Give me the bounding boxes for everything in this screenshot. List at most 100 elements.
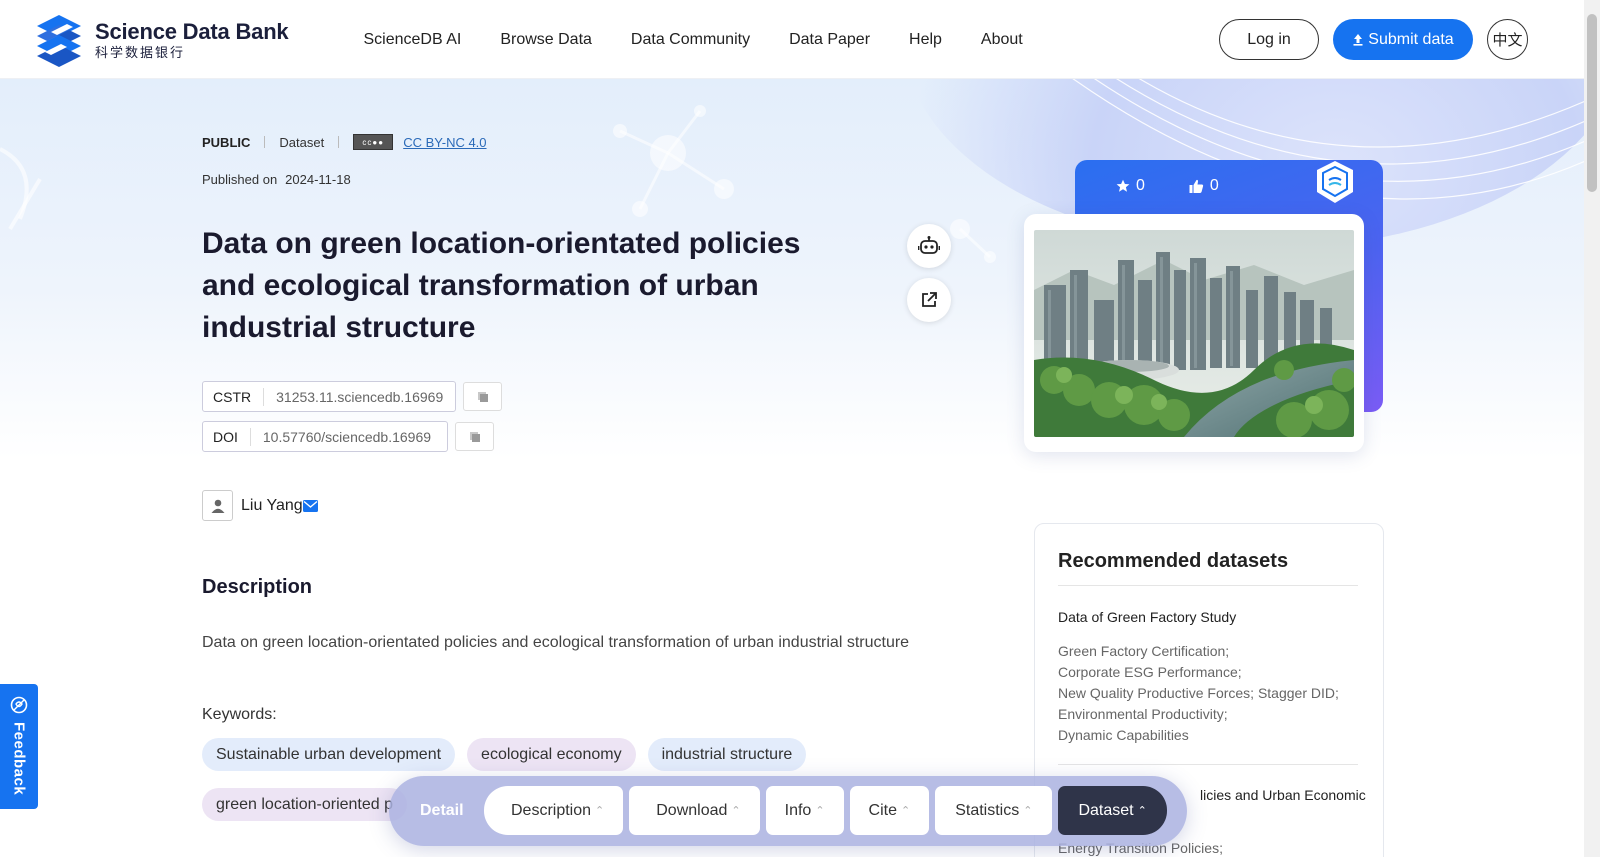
- feedback-label: Feedback: [10, 722, 28, 796]
- author-avatar: [202, 490, 233, 521]
- cstr-row: CSTR 31253.11.sciencedb.16969: [202, 381, 503, 412]
- chevron-up-icon: ⌃: [595, 805, 605, 817]
- cstr-label: CSTR: [203, 387, 265, 406]
- submit-data-button[interactable]: Submit data: [1333, 19, 1473, 60]
- thumbs-up-icon: [1189, 179, 1204, 193]
- tab-statistics[interactable]: Statistics ⌃: [935, 786, 1053, 835]
- chevron-up-icon: ⌃: [1023, 805, 1033, 817]
- chevron-up-icon: ⌃: [1137, 805, 1147, 817]
- nav-sciencedb-ai[interactable]: ScienceDB AI: [344, 31, 481, 49]
- recommended-keyword: Corporate ESG Performance;: [1058, 664, 1242, 680]
- top-header: Science Data Bank 科学数据银行 ScienceDB AI Br…: [0, 0, 1584, 79]
- tab-info[interactable]: Info ⌃: [765, 786, 844, 835]
- keywords-label: Keywords:: [202, 706, 277, 723]
- robot-icon: [918, 236, 940, 254]
- nav-data-community[interactable]: Data Community: [611, 31, 769, 49]
- tab-label: Info: [784, 801, 812, 819]
- recommended-item-title[interactable]: licies and Urban Economic: [1200, 787, 1366, 803]
- copy-icon: [477, 391, 488, 402]
- chevron-up-icon: ⌃: [815, 805, 825, 817]
- cstr-value: 31253.11.sciencedb.16969: [276, 388, 444, 405]
- recommended-keyword: Environmental Productivity;: [1058, 706, 1228, 722]
- author-name[interactable]: Liu Yang: [241, 497, 303, 515]
- copy-cstr-button[interactable]: [463, 382, 503, 411]
- keyword-tag[interactable]: Sustainable urban development: [202, 738, 456, 771]
- detail-label: Detail: [420, 802, 464, 819]
- brand-name-en: Science Data Bank: [95, 19, 289, 44]
- doi-label: DOI: [203, 427, 251, 446]
- copy-doi-button[interactable]: [455, 422, 495, 451]
- page-scrollbar[interactable]: [1584, 0, 1600, 857]
- copy-icon: [469, 431, 480, 442]
- recommended-keyword: Dynamic Capabilities: [1058, 727, 1189, 743]
- description-text: Data on green location-orientated polici…: [202, 634, 910, 651]
- published-date-row: Published on 2024-11-18: [202, 172, 351, 187]
- dataset-cover-image: [1034, 230, 1354, 437]
- recommended-keyword: New Quality Productive Forces; Stagger D…: [1058, 685, 1339, 701]
- recommended-item-title[interactable]: Data of Green Factory Study: [1058, 609, 1236, 625]
- star-count[interactable]: 0: [1116, 177, 1145, 195]
- author-row: Liu Yang: [202, 490, 318, 521]
- tab-download[interactable]: Download ⌃: [629, 786, 760, 835]
- feedback-tab[interactable]: Feedback: [0, 684, 38, 809]
- keywords-row-1: Sustainable urban development ecological…: [202, 738, 807, 771]
- brand-logo[interactable]: Science Data Bank 科学数据银行: [31, 12, 289, 68]
- keyword-tag[interactable]: industrial structure: [647, 738, 807, 771]
- tab-dataset[interactable]: Dataset ⌃: [1058, 786, 1167, 835]
- like-count[interactable]: 0: [1189, 177, 1219, 195]
- meta-divider: [264, 136, 266, 148]
- type-label: Dataset: [279, 134, 325, 150]
- published-date: 2024-11-18: [285, 172, 351, 187]
- nav-help[interactable]: Help: [890, 31, 962, 49]
- divider: [1058, 764, 1358, 765]
- doi-field: DOI 10.57760/sciencedb.16969: [202, 421, 449, 452]
- doi-value: 10.57760/sciencedb.16969: [262, 428, 432, 445]
- feedback-icon: [10, 696, 28, 714]
- certified-shield-icon: [1317, 161, 1353, 203]
- keywords-row-2: green location-oriented p: [202, 788, 408, 821]
- tab-description[interactable]: Description ⌃: [484, 786, 624, 835]
- cc-license-icon: cc●●: [353, 134, 394, 150]
- upload-icon: [1353, 34, 1363, 46]
- share-external-icon: [922, 292, 937, 307]
- published-label: Published on: [202, 172, 278, 187]
- recommended-item-keywords: Green Factory Certification; Corporate E…: [1058, 641, 1339, 746]
- chevron-up-icon: ⌃: [900, 805, 911, 817]
- tab-label: Dataset: [1078, 801, 1134, 819]
- keyword-tag[interactable]: ecological economy: [467, 738, 636, 771]
- user-icon: [211, 499, 224, 513]
- login-button[interactable]: Log in: [1219, 19, 1319, 60]
- cstr-field: CSTR 31253.11.sciencedb.16969: [202, 381, 457, 412]
- tab-label: Statistics: [955, 801, 1020, 819]
- scrollbar-thumb[interactable]: [1587, 14, 1597, 192]
- chevron-up-icon: ⌃: [731, 805, 741, 817]
- like-count-value: 0: [1209, 177, 1219, 194]
- science-data-bank-logo-icon: [37, 15, 81, 67]
- visibility-label: PUBLIC: [202, 134, 251, 150]
- meta-divider: [338, 136, 340, 148]
- ai-assistant-button[interactable]: [907, 224, 951, 268]
- nav-browse-data[interactable]: Browse Data: [481, 31, 612, 49]
- language-toggle-button[interactable]: 中文: [1487, 19, 1528, 60]
- title-action-buttons: [907, 224, 951, 322]
- tab-cite[interactable]: Cite ⌃: [849, 786, 930, 835]
- divider: [1058, 585, 1358, 586]
- brand-name-cn: 科学数据银行: [95, 45, 186, 60]
- email-icon[interactable]: [302, 499, 318, 512]
- keyword-tag[interactable]: green location-oriented p: [202, 788, 408, 821]
- license-link[interactable]: CC BY-NC 4.0: [403, 135, 486, 150]
- main-nav: ScienceDB AI Browse Data Data Community …: [344, 0, 1042, 79]
- tab-label: Download: [656, 801, 728, 819]
- nav-data-paper[interactable]: Data Paper: [770, 31, 890, 49]
- submit-data-label: Submit data: [1368, 30, 1454, 48]
- description-heading: Description: [202, 576, 313, 598]
- dataset-stats: 0 0: [1116, 177, 1219, 195]
- detail-tabs: Description ⌃ Download ⌃ Info ⌃ Cite ⌃ S…: [484, 786, 1167, 835]
- dataset-title: Data on green location-orientated polici…: [202, 227, 801, 344]
- tab-label: Description: [511, 801, 592, 819]
- share-button[interactable]: [907, 278, 951, 322]
- recommended-keyword: Green Factory Certification;: [1058, 643, 1230, 659]
- recommended-heading: Recommended datasets: [1058, 550, 1289, 572]
- star-icon: [1116, 179, 1130, 192]
- nav-about[interactable]: About: [961, 31, 1042, 49]
